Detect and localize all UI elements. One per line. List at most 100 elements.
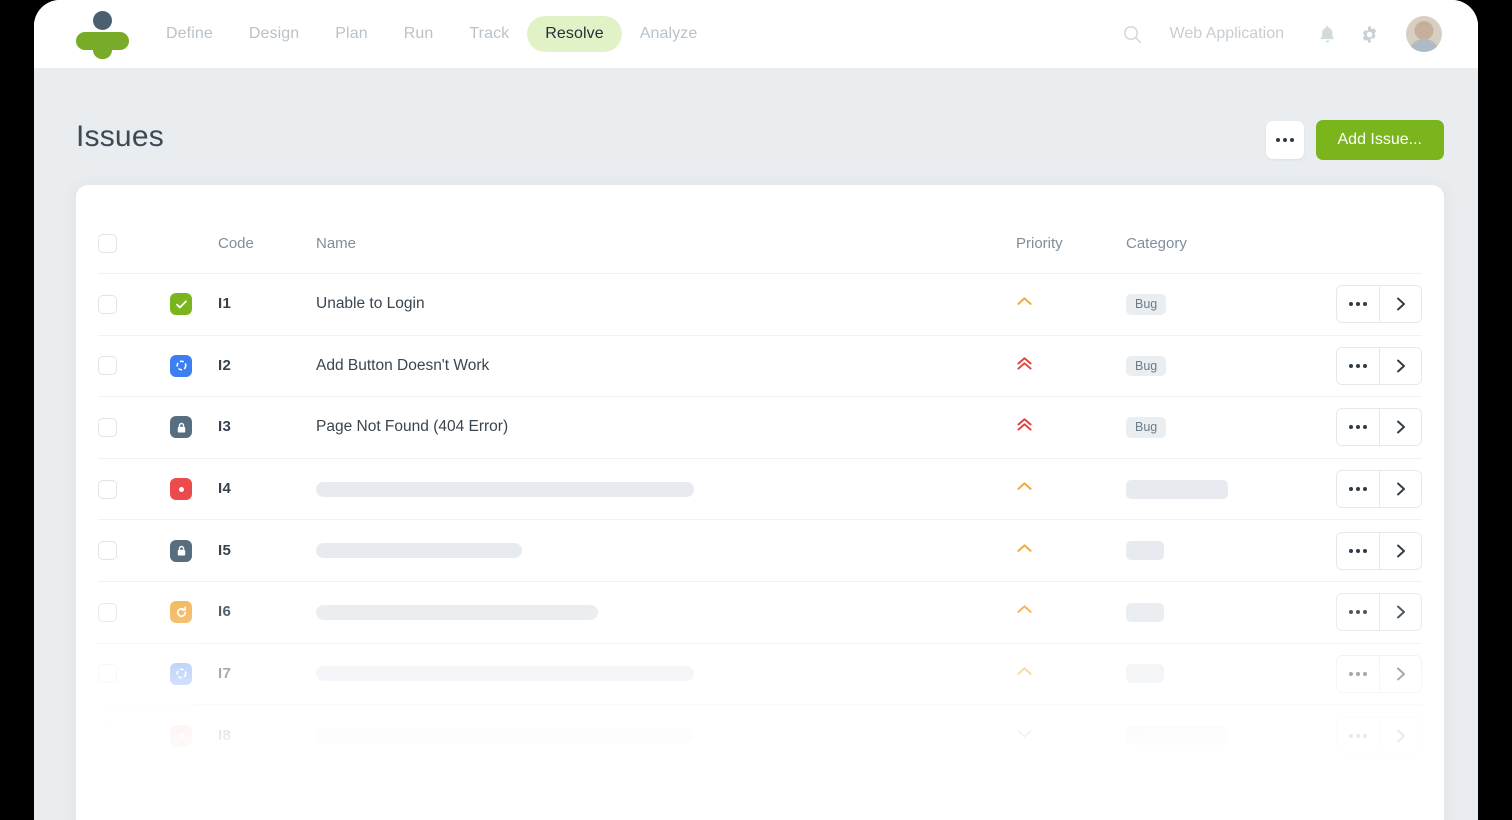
row-select-checkbox[interactable] [98, 417, 117, 437]
issue-name[interactable]: Page Not Found (404 Error) [316, 418, 508, 435]
row-priority-cell [1016, 602, 1126, 622]
check-icon[interactable] [170, 293, 192, 316]
table-row[interactable]: I6 [98, 582, 1422, 644]
row-select-checkbox[interactable] [98, 294, 117, 314]
row-status-cell [170, 293, 218, 316]
table-row[interactable]: I3 Page Not Found (404 Error) Bug [98, 397, 1422, 459]
row-more-button[interactable] [1337, 717, 1379, 754]
refresh-icon[interactable] [170, 601, 192, 624]
row-name-cell: Unable to Login [316, 295, 1016, 313]
blocked-icon[interactable] [170, 478, 192, 501]
row-open-button[interactable] [1379, 594, 1421, 631]
row-code-cell: I4 [218, 480, 316, 498]
row-status-cell [170, 478, 218, 501]
chevron-up-icon [1016, 479, 1033, 499]
table-row[interactable]: I2 Add Button Doesn't Work Bug [98, 336, 1422, 398]
row-more-button[interactable] [1337, 347, 1379, 384]
issue-code: I8 [218, 726, 232, 744]
row-priority-cell [1016, 294, 1126, 314]
select-all-cell [98, 233, 170, 253]
table-row[interactable]: I4 [98, 459, 1422, 521]
row-category-cell [1126, 479, 1326, 499]
bell-icon[interactable] [1306, 13, 1348, 55]
row-status-cell [170, 724, 218, 747]
row-more-button[interactable] [1337, 594, 1379, 631]
issue-name[interactable]: Add Button Doesn't Work [316, 357, 489, 374]
page-header-actions: Add Issue... [1265, 120, 1444, 160]
nav-item-design[interactable]: Design [231, 16, 317, 52]
row-open-button[interactable] [1379, 409, 1421, 446]
row-actions-cell [1326, 716, 1422, 755]
row-code-cell: I8 [218, 727, 316, 745]
topbar-actions: Web Application [1112, 13, 1442, 55]
nav-item-analyze[interactable]: Analyze [622, 16, 716, 52]
row-priority-cell [1016, 664, 1126, 684]
logo-body-icon [93, 32, 112, 59]
table-row[interactable]: I1 Unable to Login Bug [98, 274, 1422, 336]
page-more-button[interactable] [1265, 121, 1304, 159]
nav-item-plan[interactable]: Plan [317, 16, 385, 52]
row-more-button[interactable] [1337, 532, 1379, 569]
app-viewport: Define Design Plan Run Track Resolve Analyze W… [34, 0, 1478, 820]
column-header-priority[interactable]: Priority [1016, 235, 1126, 252]
row-actions-cell [1326, 654, 1422, 693]
table-row[interactable]: I8 [98, 705, 1422, 767]
row-name-cell [316, 728, 1016, 744]
user-avatar[interactable] [1406, 16, 1442, 52]
table-row[interactable]: I5 [98, 520, 1422, 582]
double-chevron-up-icon [1016, 356, 1033, 376]
row-select-checkbox[interactable] [98, 664, 117, 684]
gear-icon[interactable] [1348, 13, 1390, 55]
issue-name[interactable]: Unable to Login [316, 295, 425, 312]
row-more-button[interactable] [1337, 286, 1379, 323]
row-more-button[interactable] [1337, 409, 1379, 446]
search-icon[interactable] [1112, 13, 1154, 55]
row-name-cell: Page Not Found (404 Error) [316, 418, 1016, 436]
ellipsis-icon [1275, 138, 1294, 142]
nav-item-track[interactable]: Track [451, 16, 527, 52]
lock-icon[interactable] [170, 539, 192, 562]
row-more-button[interactable] [1337, 655, 1379, 692]
row-status-cell [170, 539, 218, 562]
chevron-up-icon [1016, 541, 1033, 561]
ellipsis-icon [1349, 733, 1367, 738]
nav-item-resolve[interactable]: Resolve [527, 16, 622, 52]
nav-item-run[interactable]: Run [386, 16, 452, 52]
table-row[interactable]: I7 [98, 644, 1422, 706]
select-all-checkbox[interactable] [98, 233, 117, 253]
row-more-button[interactable] [1337, 471, 1379, 508]
ellipsis-icon [1349, 425, 1367, 430]
issues-table-card: Code Name Priority Category I1 Unable to … [76, 185, 1444, 820]
row-open-button[interactable] [1379, 717, 1421, 754]
row-select-checkbox[interactable] [98, 356, 117, 376]
row-open-button[interactable] [1379, 286, 1421, 323]
ellipsis-icon [1349, 302, 1367, 307]
tracker-logo[interactable] [76, 11, 130, 59]
blocked-icon[interactable] [170, 724, 192, 747]
add-issue-button[interactable]: Add Issue... [1315, 120, 1444, 160]
row-open-button[interactable] [1379, 655, 1421, 692]
row-action-group [1336, 654, 1422, 693]
issue-code: I3 [218, 418, 232, 436]
in-progress-icon[interactable] [170, 662, 192, 685]
name-skeleton-placeholder [316, 666, 694, 682]
row-open-button[interactable] [1379, 347, 1421, 384]
in-progress-icon[interactable] [170, 354, 192, 377]
lock-icon[interactable] [170, 416, 192, 439]
row-select-checkbox[interactable] [98, 726, 117, 746]
app-name-label: Web Application [1169, 25, 1284, 42]
row-select-checkbox[interactable] [98, 541, 117, 561]
row-open-button[interactable] [1379, 532, 1421, 569]
nav-item-define[interactable]: Define [148, 16, 231, 52]
row-action-group [1336, 285, 1422, 324]
row-select-cell [98, 602, 170, 622]
column-header-name[interactable]: Name [316, 235, 1016, 252]
row-select-checkbox[interactable] [98, 479, 117, 499]
row-actions-cell [1326, 346, 1422, 385]
row-open-button[interactable] [1379, 471, 1421, 508]
issue-code: I7 [218, 664, 232, 682]
column-header-category[interactable]: Category [1126, 235, 1326, 252]
row-select-checkbox[interactable] [98, 602, 117, 622]
row-code-cell: I6 [218, 603, 316, 621]
column-header-code[interactable]: Code [218, 235, 316, 252]
